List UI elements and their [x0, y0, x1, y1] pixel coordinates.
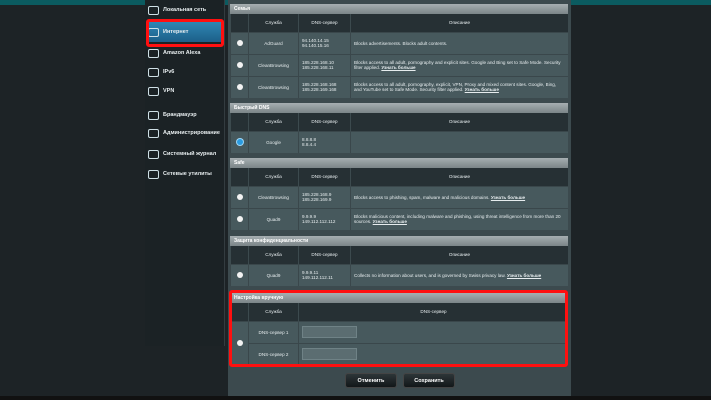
col-service: Служба — [248, 14, 299, 32]
highlight-internet — [146, 19, 224, 47]
dns-radio[interactable] — [236, 83, 243, 90]
dns-secondary: 185.228.168.11 — [302, 65, 334, 70]
service-name: Google — [248, 130, 299, 153]
dns-radio[interactable] — [236, 138, 243, 145]
dns-secondary: 94.140.15.16 — [302, 43, 329, 48]
col-desc: Описание — [350, 246, 568, 264]
dns-radio[interactable] — [236, 271, 243, 278]
dns-radio[interactable] — [236, 215, 243, 222]
learn-more-link[interactable]: Узнать больше — [381, 65, 415, 70]
dns-radio[interactable] — [236, 39, 243, 46]
table-row: Quad9 9.9.9.9 149.112.112.112 Blocks mali… — [230, 207, 568, 230]
sidebar-item-label: Сетевые утилиты — [163, 171, 212, 177]
table-row: CleanBrowsing 185.228.168.9 185.228.169.9… — [230, 185, 568, 208]
dns-section: Семья Служба DNS-сервер Описание AdGuard 94… — [230, 4, 568, 98]
dns-radio[interactable] — [236, 61, 243, 68]
learn-more-link[interactable]: Узнать больше — [465, 87, 499, 92]
dns-section: Защита конфиденциальности Служба DNS-серве… — [230, 236, 568, 286]
log-icon — [148, 149, 159, 159]
col-dns: DNS-сервер — [298, 246, 351, 264]
vpn-icon — [148, 86, 159, 96]
sidebar-item-7[interactable]: Системный журнал — [148, 144, 224, 164]
table-row: CleanBrowsing 185.228.168.168 185.228.169… — [230, 75, 568, 98]
learn-more-link[interactable]: Узнать больше — [491, 195, 525, 200]
sidebar-item-label: IPv6 — [163, 69, 175, 75]
tools-icon — [148, 169, 159, 179]
alexa-icon — [148, 48, 159, 58]
col-service: Служба — [248, 168, 299, 186]
sidebar-item-label: Системный журнал — [163, 151, 217, 157]
learn-more-link[interactable]: Узнать больше — [373, 219, 407, 224]
section-title: Семья — [230, 4, 568, 14]
service-name: AdGuard — [248, 31, 299, 54]
sidebar-item-6[interactable]: Администрирование — [148, 123, 224, 143]
sidebar-item-label: Администрирование — [163, 130, 220, 136]
service-name: CleanBrowsing — [248, 53, 299, 76]
dns-section: Быстрый DNS Служба DNS-сервер Описание Goog… — [230, 103, 568, 153]
learn-more-link[interactable]: Узнать больше — [507, 273, 541, 278]
highlight-manual — [229, 290, 568, 367]
service-name: CleanBrowsing — [248, 75, 299, 98]
table-row: Quad9 9.9.9.11 149.112.112.11 Collects no… — [230, 263, 568, 286]
sidebar: Локальная сеть Интернет Amazon Alexa IPv6 VP… — [145, 0, 225, 346]
ipv6-icon — [148, 67, 159, 77]
dns-secondary: 149.112.112.112 — [302, 219, 336, 225]
section-title: Safe — [230, 158, 568, 168]
table-row: Google 8.8.8.8 8.8.4.4 — [230, 130, 568, 153]
col-dns: DNS-сервер — [298, 14, 351, 32]
save-button[interactable]: Сохранить — [403, 373, 455, 388]
col-desc: Описание — [350, 14, 568, 32]
col-desc: Описание — [350, 113, 568, 131]
col-service: Служба — [248, 246, 299, 264]
sidebar-item-0[interactable]: Локальная сеть — [148, 0, 224, 20]
section-title: Защита конфиденциальности — [230, 236, 568, 246]
description: Blocks advertisements. Blocks adult cont… — [354, 40, 448, 46]
table-row: AdGuard 94.140.14.15 94.140.15.16 Blocks … — [230, 31, 568, 54]
dns-secondary: 185.228.169.9 — [302, 197, 332, 202]
col-dns: DNS-сервер — [298, 113, 351, 131]
description: Collects no information about users, and… — [354, 272, 506, 278]
col-service: Служба — [248, 113, 299, 131]
col-dns: DNS-сервер — [298, 168, 351, 186]
table-row: CleanBrowsing 185.228.168.10 185.228.168.… — [230, 53, 568, 76]
description: Blocks access to all adult, pornography,… — [354, 82, 557, 93]
dns-secondary: 185.228.169.168 — [302, 87, 337, 93]
cancel-button[interactable]: Отменить — [345, 373, 397, 388]
col-desc: Описание — [350, 168, 568, 186]
sidebar-item-label: Брандмауэр — [163, 112, 197, 118]
dns-secondary: 149.112.112.11 — [302, 275, 333, 281]
dns-secondary: 8.8.4.4 — [302, 142, 317, 148]
sidebar-item-8[interactable]: Сетевые утилиты — [148, 164, 224, 184]
bottom-bar — [0, 396, 711, 400]
sidebar-item-label: Локальная сеть — [163, 7, 207, 13]
sidebar-item-label: VPN — [163, 88, 175, 94]
sidebar-item-4[interactable]: VPN — [148, 81, 224, 101]
firewall-icon — [148, 110, 159, 120]
sidebar-item-3[interactable]: IPv6 — [148, 62, 224, 82]
sidebar-item-5[interactable]: Брандмауэр — [148, 105, 224, 125]
section-title: Быстрый DNS — [230, 103, 568, 113]
description: Blocks access to phishing, spam, malware… — [354, 194, 490, 200]
lan-icon — [148, 5, 159, 15]
dns-section: Safe Служба DNS-сервер Описание CleanBrowsi… — [230, 158, 568, 230]
service-name: Quad9 — [248, 207, 299, 230]
dns-radio[interactable] — [236, 193, 243, 200]
service-name: Quad9 — [248, 263, 299, 286]
service-name: CleanBrowsing — [248, 185, 299, 208]
sidebar-item-label: Amazon Alexa — [163, 50, 201, 56]
admin-icon — [148, 128, 159, 138]
